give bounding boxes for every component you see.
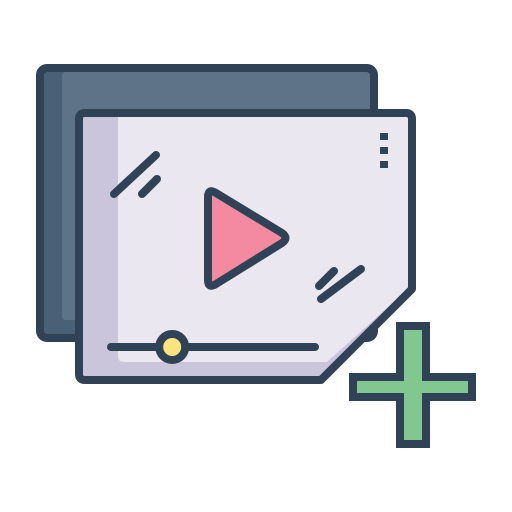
scrubber-knob bbox=[155, 330, 190, 364]
menu-dot bbox=[380, 161, 388, 168]
menu-dot bbox=[380, 147, 388, 154]
add-video-icon-graphic bbox=[36, 64, 476, 448]
plus-icon bbox=[349, 322, 476, 448]
add-video-icon bbox=[0, 0, 512, 512]
menu-dot bbox=[380, 133, 388, 140]
more-options-icon bbox=[380, 133, 388, 168]
